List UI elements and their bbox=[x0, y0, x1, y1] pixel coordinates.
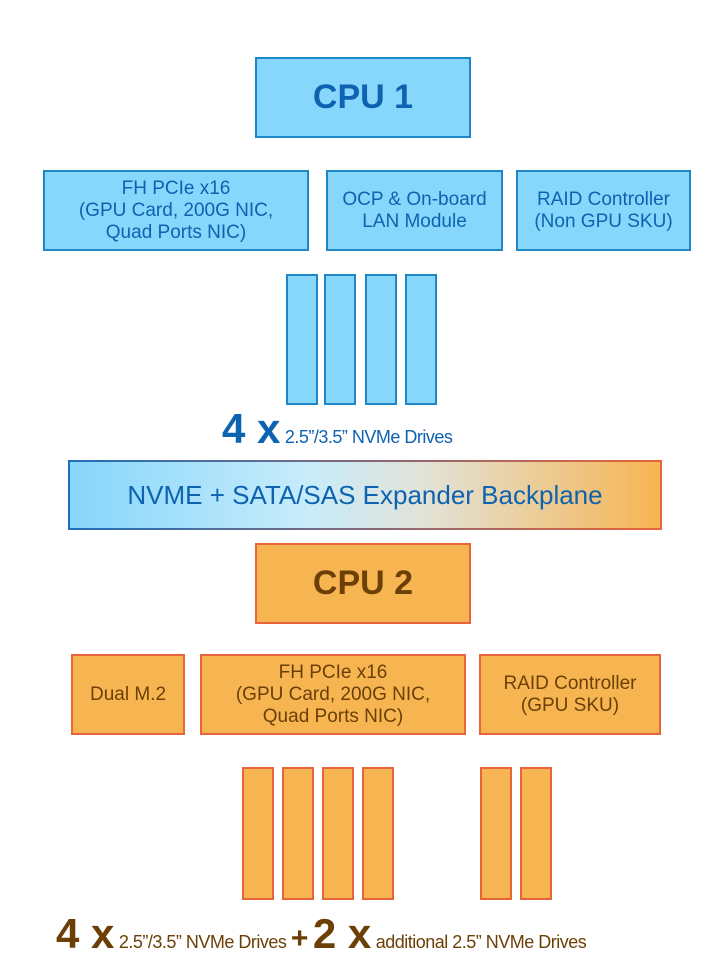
cpu1-drives-label: 4 x 2.5”/3.5” NVMe Drives bbox=[222, 405, 453, 453]
drive-bay bbox=[365, 274, 397, 405]
drive-bay bbox=[362, 767, 394, 900]
cpu2-box: CPU 2 bbox=[255, 543, 471, 624]
drive-bay bbox=[480, 767, 512, 900]
plus-sign: + bbox=[290, 922, 309, 955]
drive-bay bbox=[322, 767, 354, 900]
drive-desc: 2.5”/3.5” NVMe Drives bbox=[118, 932, 287, 952]
additional-drive-count: 2 x bbox=[312, 910, 372, 957]
drive-bay bbox=[286, 274, 318, 405]
backplane-box: NVME + SATA/SAS Expander Backplane bbox=[68, 460, 662, 530]
cpu1-raid-slot: RAID Controller (Non GPU SKU) bbox=[516, 170, 691, 251]
drive-bay bbox=[324, 274, 356, 405]
additional-drive-desc: additional 2.5” NVMe Drives bbox=[375, 932, 587, 952]
drive-count: 4 x bbox=[222, 405, 281, 452]
cpu1-ocp-slot: OCP & On-board LAN Module bbox=[326, 170, 503, 251]
cpu1-box: CPU 1 bbox=[255, 57, 471, 138]
cpu2-raid-slot: RAID Controller (GPU SKU) bbox=[479, 654, 661, 735]
drive-desc: 2.5”/3.5” NVMe Drives bbox=[284, 427, 453, 447]
drive-bay bbox=[405, 274, 437, 405]
cpu2-pcie-slot: FH PCIe x16 (GPU Card, 200G NIC, Quad Po… bbox=[200, 654, 466, 735]
cpu2-m2-slot: Dual M.2 bbox=[71, 654, 185, 735]
cpu2-drives-label: 4 x 2.5”/3.5” NVMe Drives + 2 x addition… bbox=[56, 910, 587, 958]
cpu1-pcie-slot: FH PCIe x16 (GPU Card, 200G NIC, Quad Po… bbox=[43, 170, 309, 251]
drive-bay bbox=[282, 767, 314, 900]
drive-bay bbox=[520, 767, 552, 900]
drive-bay bbox=[242, 767, 274, 900]
drive-count: 4 x bbox=[56, 910, 115, 957]
